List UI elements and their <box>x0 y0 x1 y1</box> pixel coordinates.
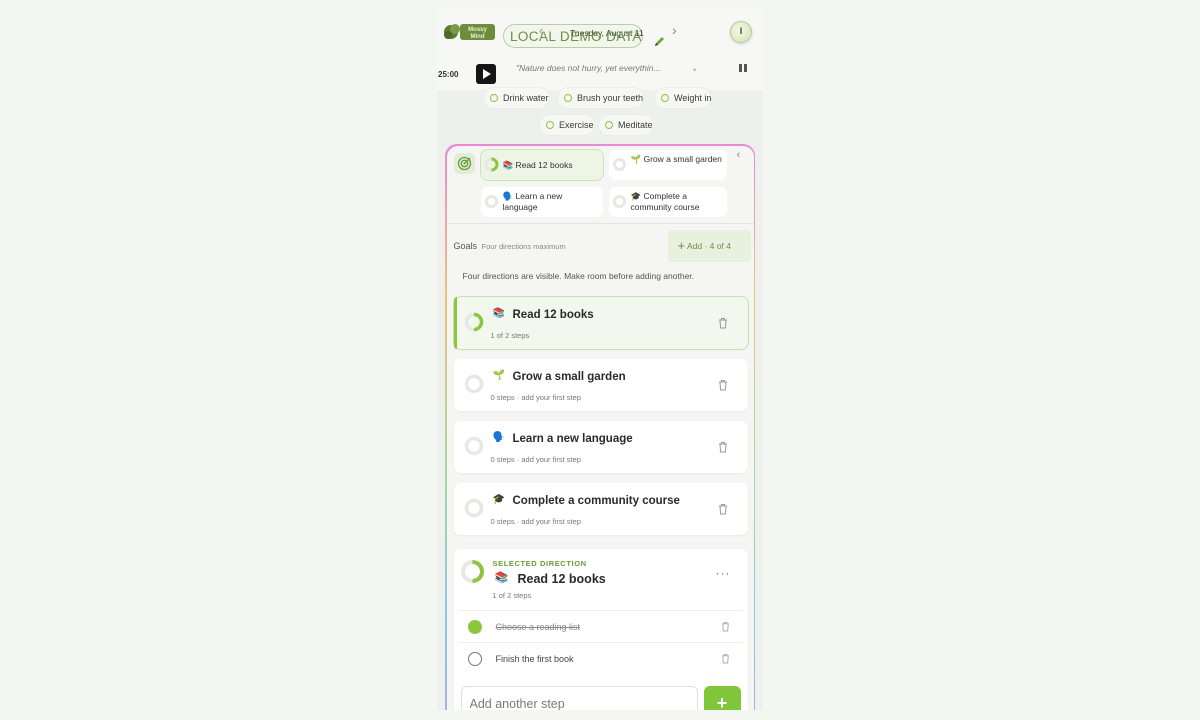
progress-ring-icon <box>464 312 483 331</box>
svg-text:Mind: Mind <box>471 34 485 40</box>
svg-text:Mossy: Mossy <box>468 27 487 33</box>
selected-direction-kicker: SELECTED DIRECTION <box>492 558 587 568</box>
graduation-cap-icon: 🎓 <box>492 493 505 505</box>
progress-ring-icon <box>484 194 498 208</box>
target-icon <box>457 156 471 170</box>
trash-icon[interactable] <box>718 317 728 329</box>
progress-ring-icon <box>464 498 483 517</box>
goal-subtitle: 0 steps · add your first step <box>490 392 581 402</box>
progress-ring-icon <box>464 374 483 393</box>
step-text: Choose a reading list <box>495 621 581 632</box>
goal-subtitle: 1 of 2 steps <box>490 330 530 340</box>
speaking-head-icon: 🗣️ <box>502 190 514 201</box>
top-bar: Mossy Mind Tuesday, August 11 LOCAL DEMO… <box>437 10 763 90</box>
add-goal-label: Add · 4 of 4 <box>687 240 731 251</box>
seedling-icon: 🌱 <box>630 153 642 164</box>
pencil-icon[interactable] <box>652 35 666 49</box>
selected-direction-panel: SELECTED DIRECTION 📚 Read 12 books 1 of … <box>453 548 748 710</box>
habit-drink-water[interactable]: Drink water <box>484 88 549 108</box>
goal-subtitle: 0 steps · add your first step <box>490 454 581 464</box>
goal-tab-label: Complete a community course <box>630 190 700 212</box>
habit-exercise[interactable]: Exercise <box>540 115 594 135</box>
goal-tab-read-books[interactable]: 📚 Read 12 books <box>480 149 603 180</box>
more-options-icon[interactable]: ··· <box>716 566 731 580</box>
progress-ring-icon <box>612 157 626 171</box>
trash-icon[interactable] <box>718 441 728 453</box>
speaking-head-icon: 🗣️ <box>492 431 505 443</box>
step-checkbox[interactable] <box>467 651 482 666</box>
goals-title: Goals <box>453 240 478 251</box>
trash-icon[interactable] <box>721 621 730 632</box>
progress-ring-icon <box>612 194 626 208</box>
book-icon: 📚 <box>502 159 514 170</box>
next-day-chevron-icon[interactable]: › <box>672 22 677 38</box>
focus-timer: 25:00 <box>438 70 459 79</box>
step-checkbox[interactable] <box>467 619 482 634</box>
goal-title: Grow a small garden <box>512 370 626 383</box>
selected-goal-subtitle: 1 of 2 steps <box>492 590 532 600</box>
limit-notice: Four directions are visible. Make room b… <box>462 270 695 281</box>
goal-row-read-books[interactable]: 📚 Read 12 books 1 of 2 steps <box>453 296 748 349</box>
step-row[interactable]: Finish the first book <box>458 641 743 674</box>
book-icon: 📚 <box>494 571 509 584</box>
goal-tab-label: Grow a small garden <box>643 153 722 164</box>
progress-ring-icon <box>464 436 483 455</box>
habit-weight-in[interactable]: Weight in <box>655 88 712 108</box>
habit-meditate[interactable]: Meditate <box>599 115 653 135</box>
goal-tab-garden[interactable]: 🌱 Grow a small garden <box>608 149 727 180</box>
step-text: Finish the first book <box>495 653 574 664</box>
goal-title: Learn a new language <box>512 432 633 445</box>
goals-card: 📚 Read 12 books 🌱 Grow a small garden 🗣️… <box>445 144 755 710</box>
graduation-cap-icon: 🎓 <box>630 190 642 201</box>
selected-goal-title: Read 12 books <box>517 571 606 586</box>
book-icon: 📚 <box>492 307 505 319</box>
goal-title: Read 12 books <box>512 308 594 321</box>
goals-hint: Four directions maximum <box>481 241 566 251</box>
goal-row-garden[interactable]: 🌱 Grow a small garden 0 steps · add your… <box>453 358 748 411</box>
collapse-chevron-icon[interactable]: ‹ <box>737 149 741 161</box>
app-page: Mossy Mind Tuesday, August 11 LOCAL DEMO… <box>437 10 763 710</box>
demo-badge-label: LOCAL DEMO DATA <box>510 29 642 44</box>
trash-icon[interactable] <box>718 379 728 391</box>
habit-brush-teeth[interactable]: Brush your teeth <box>558 88 644 108</box>
goal-tab-label: Read 12 books <box>515 159 573 170</box>
seedling-icon: 🌱 <box>492 369 505 381</box>
pause-icon[interactable] <box>739 64 749 74</box>
goal-subtitle: 0 steps · add your first step <box>490 516 581 526</box>
goal-title: Complete a community course <box>512 494 680 507</box>
brand-logo[interactable]: Mossy Mind <box>442 21 496 43</box>
target-button[interactable] <box>453 152 475 174</box>
prev-day-chevron-icon[interactable]: ‹ <box>539 23 543 38</box>
daily-quote: "Nature does not hurry, yet everythin... <box>516 63 661 73</box>
divider <box>446 222 754 224</box>
play-button[interactable] <box>476 64 496 84</box>
goal-row-language[interactable]: 🗣️ Learn a new language 0 steps · add yo… <box>453 420 748 473</box>
avatar[interactable]: I <box>730 21 752 43</box>
add-step-button[interactable]: + <box>703 685 741 710</box>
plus-icon: + <box>677 237 686 253</box>
progress-ring-icon <box>460 559 484 583</box>
progress-ring-icon <box>484 157 498 171</box>
step-row[interactable]: Choose a reading list <box>458 609 743 642</box>
quote-indicator-dot: • <box>693 65 697 75</box>
goal-tab-course[interactable]: 🎓 Complete a community course <box>608 186 727 217</box>
add-goal-button[interactable]: + Add · 4 of 4 <box>667 229 751 262</box>
add-step-input[interactable] <box>460 685 698 710</box>
trash-icon[interactable] <box>718 503 728 515</box>
goal-row-course[interactable]: 🎓 Complete a community course 0 steps · … <box>453 482 748 535</box>
goal-tab-language[interactable]: 🗣️ Learn a new language <box>480 186 603 217</box>
trash-icon[interactable] <box>721 653 730 664</box>
